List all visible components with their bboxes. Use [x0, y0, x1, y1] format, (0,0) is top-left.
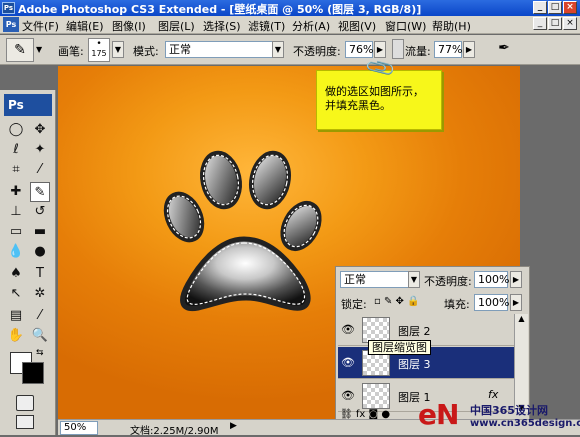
- menu-edit[interactable]: 编辑(E): [66, 18, 104, 34]
- type-tool-icon[interactable]: T: [30, 264, 50, 284]
- status-arrow-icon[interactable]: ▶: [230, 421, 237, 431]
- window-title: Adobe Photoshop CS3 Extended - [壁纸桌面 @ 5…: [18, 3, 422, 16]
- minimize-button[interactable]: _: [533, 1, 547, 14]
- menu-help[interactable]: 帮助(H): [432, 18, 471, 34]
- brush-tool-icon[interactable]: ✎: [30, 182, 50, 202]
- toolbox-header: Ps: [4, 94, 52, 116]
- layer-thumbnail[interactable]: [362, 383, 390, 409]
- blend-mode-arrow[interactable]: ▼: [408, 271, 420, 288]
- layer-opacity-input[interactable]: 100%: [474, 271, 509, 288]
- scroll-up-icon[interactable]: ▲: [515, 314, 528, 323]
- paw-toe-4: [280, 201, 322, 251]
- eye-icon[interactable]: 👁: [340, 356, 356, 370]
- note-text: 做的选区如图所示，并填充黑色。: [325, 85, 424, 112]
- menu-image[interactable]: 图像(I): [112, 18, 146, 34]
- paw-toe-2: [200, 150, 242, 210]
- watermark: eN 中国365设计网 www.cn365design.com: [418, 398, 580, 435]
- lock-icons[interactable]: ▫ ✎ ✥ 🔒: [374, 296, 420, 307]
- doc-minimize-button[interactable]: _: [533, 17, 547, 30]
- fill-label: 填充:: [444, 298, 470, 311]
- brush-picker-arrow[interactable]: ▼: [112, 41, 124, 58]
- layer-fill-input[interactable]: 100%: [474, 294, 509, 311]
- dodge-tool-icon[interactable]: ●: [30, 242, 50, 262]
- close-button[interactable]: ×: [563, 1, 577, 14]
- preset-arrow-icon[interactable]: ▼: [36, 45, 42, 54]
- layer-fill-arrow[interactable]: ▶: [510, 294, 522, 311]
- menu-select[interactable]: 选择(S): [203, 18, 241, 34]
- menu-window[interactable]: 窗口(W): [385, 18, 426, 34]
- history-brush-tool-icon[interactable]: ↺: [30, 202, 50, 222]
- airbrush-toggle[interactable]: [392, 39, 404, 59]
- app-icon: Ps: [2, 2, 15, 14]
- opacity-input[interactable]: 76%: [345, 41, 373, 58]
- blur-tool-icon[interactable]: 💧: [6, 242, 26, 262]
- flow-input[interactable]: 77%: [434, 41, 462, 58]
- paw-toe-3: [249, 150, 291, 210]
- title-bar: Ps Adobe Photoshop CS3 Extended - [壁纸桌面 …: [0, 0, 580, 16]
- mode-label: 模式:: [133, 45, 159, 58]
- flow-arrow[interactable]: ▶: [463, 41, 475, 58]
- watermark-url: www.cn365design.com: [470, 418, 580, 429]
- menu-view[interactable]: 视图(V): [338, 18, 376, 34]
- pen-tool-icon[interactable]: ♠: [6, 264, 26, 284]
- brush-label: 画笔:: [58, 45, 84, 58]
- zoom-level[interactable]: 50%: [60, 421, 98, 435]
- brush-picker[interactable]: • 175: [88, 38, 110, 62]
- background-color-swatch[interactable]: [22, 362, 44, 384]
- eyedropper-2-tool-icon[interactable]: ⁄: [30, 306, 50, 326]
- flow-label: 流量:: [405, 45, 431, 58]
- mode-select[interactable]: 正常: [165, 41, 273, 58]
- menu-layer[interactable]: 图层(L): [158, 18, 195, 34]
- layer-name[interactable]: 图层 3: [398, 356, 431, 372]
- watermark-logo: eN: [418, 398, 459, 431]
- brush-tool-preset-icon[interactable]: ✎: [6, 38, 34, 62]
- doc-close-button[interactable]: ×: [563, 17, 577, 30]
- menu-bar: Ps 文件(F) 编辑(E) 图像(I) 图层(L) 选择(S) 滤镜(T) 分…: [0, 16, 580, 34]
- brush-dot-icon: •: [96, 39, 102, 49]
- ps-menu-icon[interactable]: Ps: [3, 17, 19, 32]
- healing-brush-tool-icon[interactable]: ✚: [6, 182, 26, 202]
- screen-mode-icon[interactable]: [16, 415, 34, 429]
- doc-restore-button[interactable]: □: [548, 17, 562, 30]
- menu-file[interactable]: 文件(F): [22, 18, 59, 34]
- custom-shape-tool-icon[interactable]: ✲: [30, 284, 50, 304]
- gradient-tool-icon[interactable]: ▬: [30, 222, 50, 242]
- lock-label: 锁定:: [341, 298, 367, 311]
- quick-mask-icon[interactable]: [16, 395, 34, 411]
- eyedropper-tool-icon[interactable]: ⁄: [30, 160, 50, 180]
- notes-tool-icon[interactable]: ▤: [6, 306, 26, 326]
- hand-tool-icon[interactable]: ✋: [6, 326, 26, 346]
- magic-wand-tool-icon[interactable]: ✦: [30, 140, 50, 160]
- path-selection-tool-icon[interactable]: ↖: [6, 284, 26, 304]
- layer-name[interactable]: 图层 2: [398, 323, 431, 339]
- watermark-site-name: 中国365设计网: [470, 404, 548, 417]
- lasso-tool-icon[interactable]: ℓ: [6, 140, 26, 160]
- brush-size-value: 175: [91, 49, 107, 58]
- marquee-tool-icon[interactable]: ◯: [6, 120, 26, 140]
- crop-tool-icon[interactable]: ⌗: [6, 160, 26, 180]
- maximize-button[interactable]: □: [548, 1, 562, 14]
- menu-filter[interactable]: 滤镜(T): [248, 18, 285, 34]
- eye-icon[interactable]: 👁: [340, 389, 356, 403]
- toolbox-panel: Ps ◯ ✥ ℓ ✦ ⌗ ⁄ ✚ ✎ ⊥ ↺ ▭ ▬ 💧 ● ♠ T ↖ ✲ ▤…: [0, 90, 56, 435]
- opacity-label: 不透明度:: [293, 45, 341, 58]
- layer-thumbnail-tooltip: 图层缩览图: [368, 340, 431, 355]
- layer-opacity-label: 不透明度:: [424, 275, 472, 288]
- eraser-tool-icon[interactable]: ▭: [6, 222, 26, 242]
- eye-icon[interactable]: 👁: [340, 323, 356, 337]
- options-bar: ✎ ▼ 画笔: • 175 ▼ 模式: 正常 ▼ 不透明度: 76% ▶ 流量:…: [0, 35, 580, 65]
- menu-analysis[interactable]: 分析(A): [292, 18, 330, 34]
- layer-blend-mode-select[interactable]: 正常: [340, 271, 410, 288]
- mode-dropdown-arrow[interactable]: ▼: [272, 41, 284, 58]
- swap-colors-icon[interactable]: ⇆: [36, 348, 44, 358]
- layer-opacity-arrow[interactable]: ▶: [510, 271, 522, 288]
- clone-stamp-tool-icon[interactable]: ⊥: [6, 202, 26, 222]
- move-tool-icon[interactable]: ✥: [30, 120, 50, 140]
- zoom-tool-icon[interactable]: 🔍: [30, 326, 50, 346]
- paw-toe-1: [163, 191, 205, 243]
- airbrush-icon[interactable]: ✒: [495, 40, 513, 58]
